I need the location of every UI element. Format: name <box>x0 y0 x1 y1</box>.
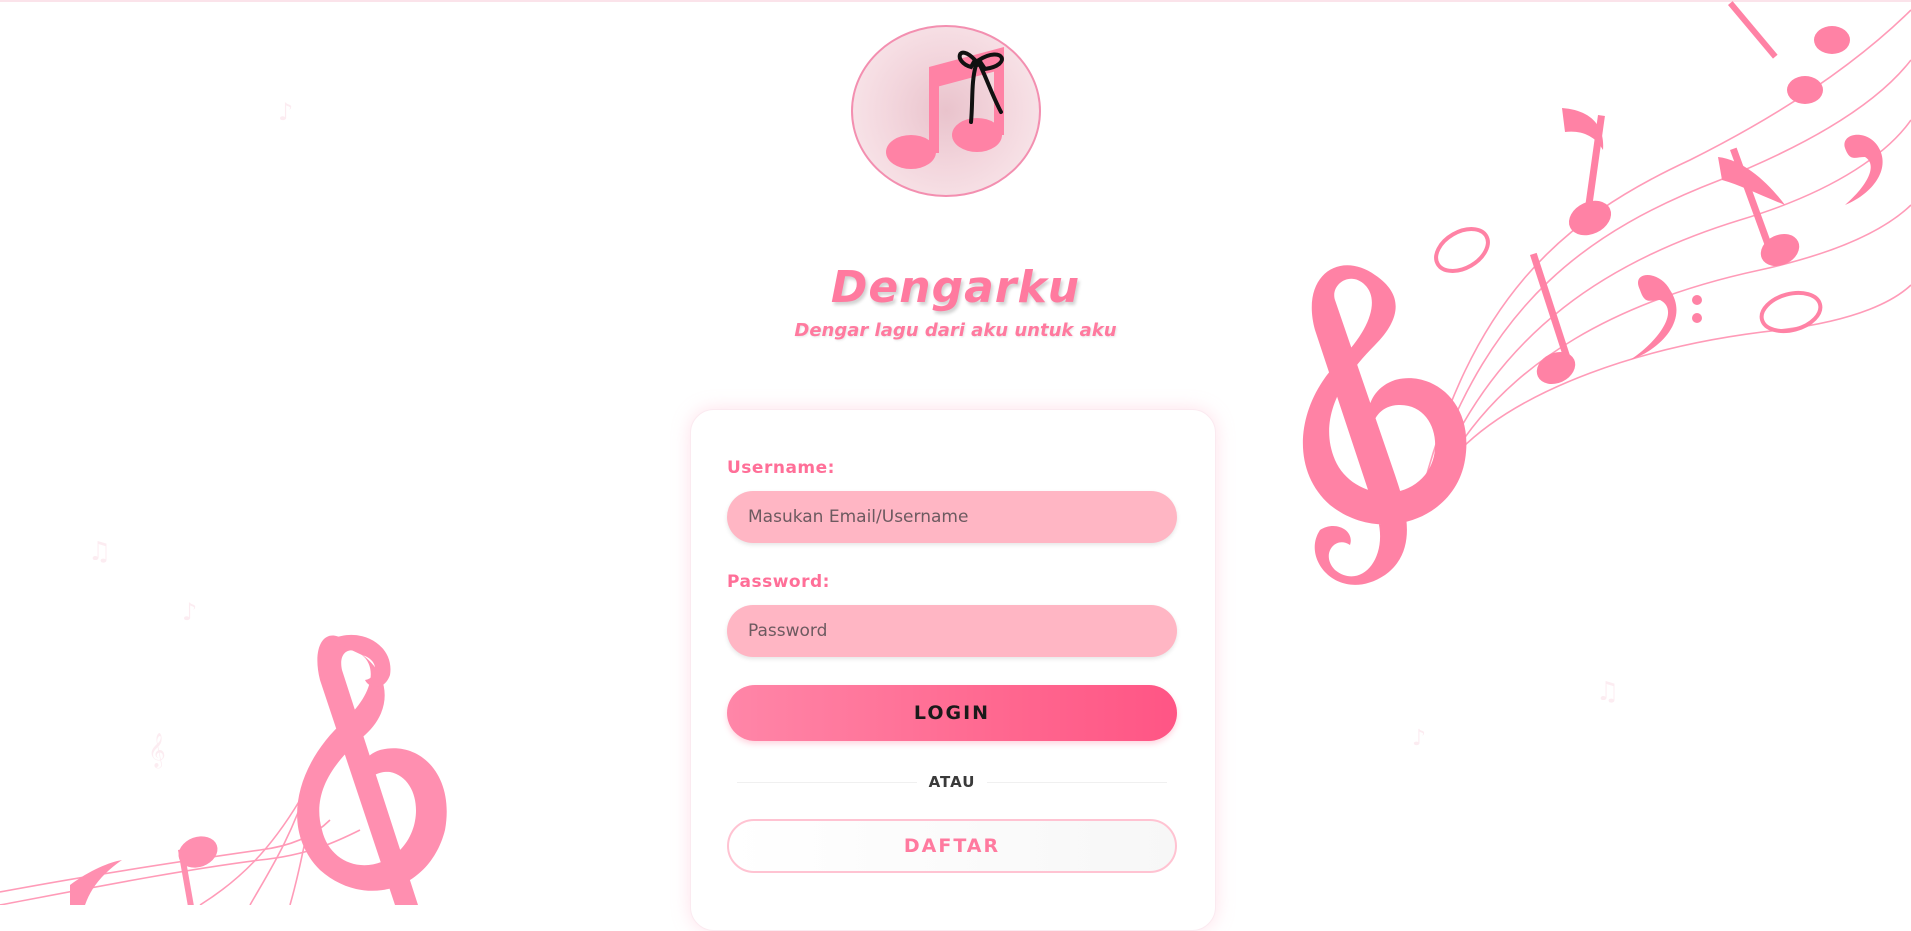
music-note-with-bow-icon <box>886 47 1004 169</box>
treble-clef-bottom-left-icon <box>70 634 447 905</box>
password-label: Password: <box>727 572 830 592</box>
username-label: Username: <box>727 458 835 478</box>
app-logo <box>851 25 1041 197</box>
svg-text:♪: ♪ <box>182 598 197 626</box>
login-button[interactable]: LOGIN <box>727 685 1177 741</box>
svg-text:♪: ♪ <box>1412 726 1426 751</box>
or-divider: ATAU <box>727 772 1177 792</box>
divider-line-right <box>987 782 1167 783</box>
app-tagline: Dengar lagu dari aku untuk aku <box>794 320 1117 341</box>
svg-text:𝄞: 𝄞 <box>148 733 166 769</box>
svg-text:♪: ♪ <box>278 98 293 126</box>
app-title: Dengarku <box>830 262 1081 313</box>
username-input[interactable] <box>727 491 1177 543</box>
login-card: Username: Password: LOGIN ATAU DAFTAR <box>690 409 1216 931</box>
register-button[interactable]: DAFTAR <box>727 819 1177 873</box>
svg-text:♫: ♫ <box>1596 677 1619 707</box>
password-input[interactable] <box>727 605 1177 657</box>
svg-text:♫: ♫ <box>88 537 111 567</box>
music-staff-decoration-top-right-icon <box>1419 9 1911 501</box>
